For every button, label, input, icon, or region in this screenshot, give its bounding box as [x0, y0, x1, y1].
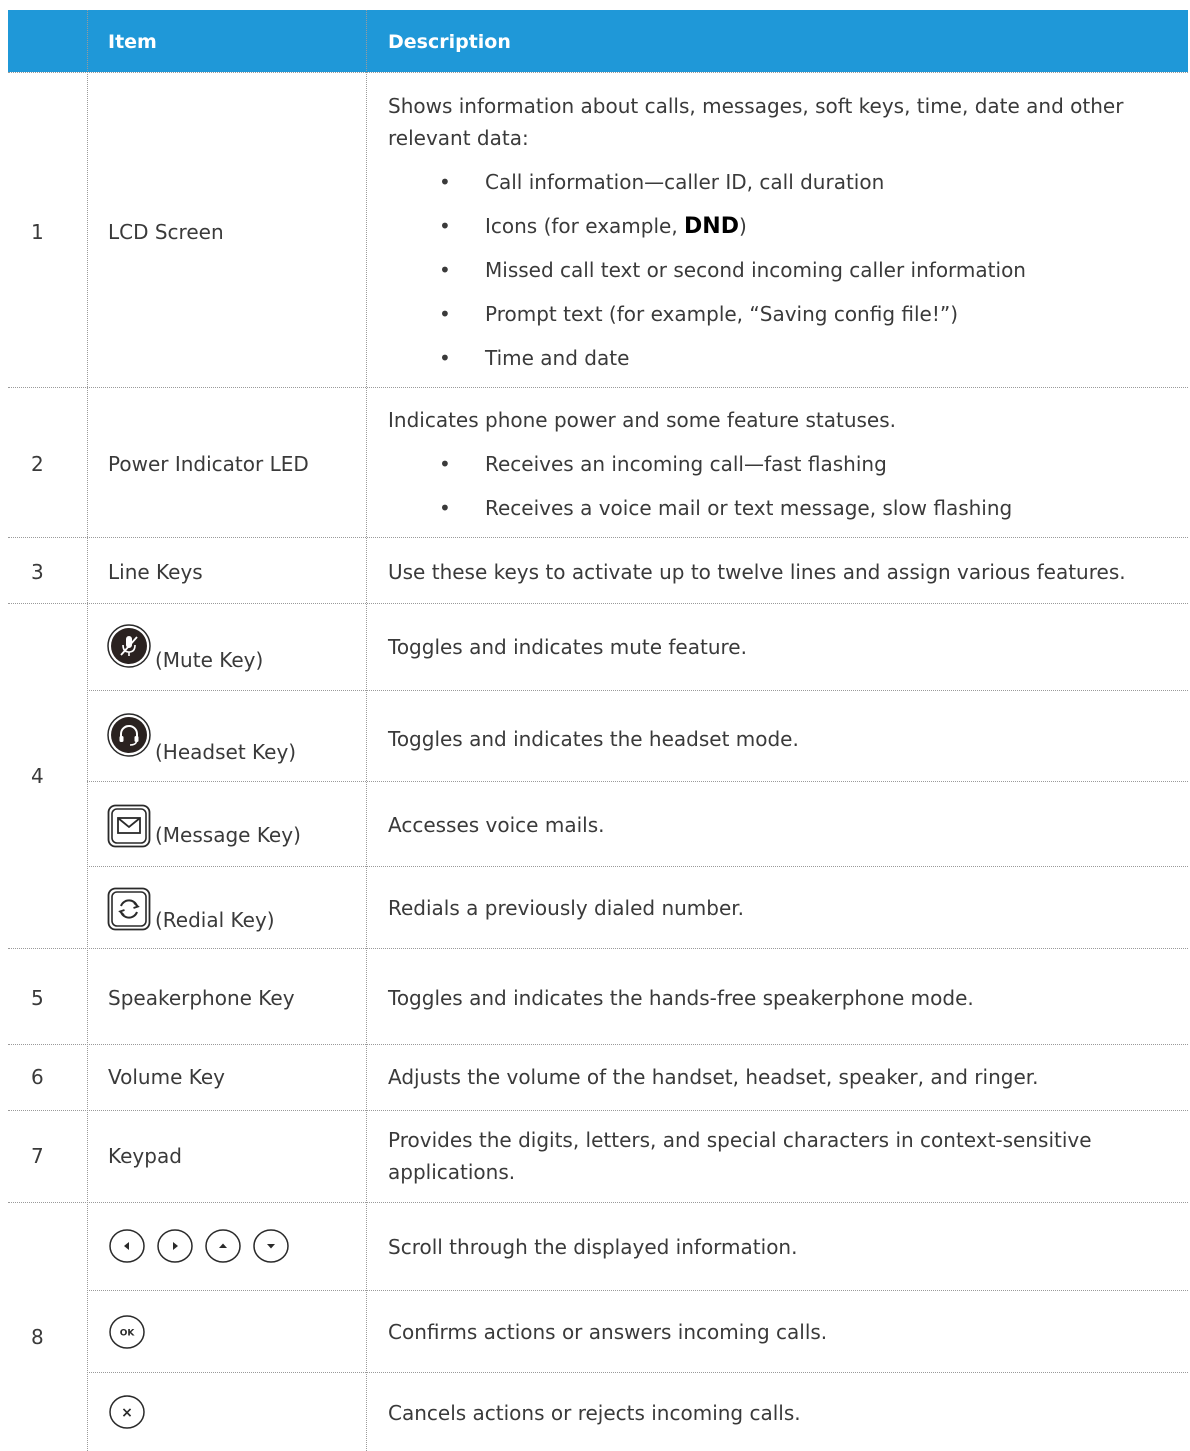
row-divider: [8, 387, 1188, 388]
bullet-text: Call information—caller ID, call duratio…: [485, 170, 885, 194]
row-number: 8: [31, 1325, 44, 1349]
bullet-text: Time and date: [485, 346, 630, 370]
mute-icon: [107, 624, 151, 668]
description-text: Provides the digits, letters, and specia…: [388, 1128, 1092, 1152]
item-name: Keypad: [108, 1144, 182, 1168]
sub-row-divider: [87, 1372, 1188, 1373]
row-divider: [8, 1110, 1188, 1111]
sub-row-divider: [87, 781, 1188, 782]
description-text: relevant data:: [388, 126, 529, 150]
description-text: Toggles and indicates the headset mode.: [388, 727, 799, 751]
description-text: Redials a previously dialed number.: [388, 896, 745, 920]
bullet: •: [439, 346, 451, 370]
cancel-icon: ×: [107, 1393, 147, 1431]
description-text: Accesses voice mails.: [388, 813, 605, 837]
headset-icon: [107, 713, 151, 757]
item-name: (Redial Key): [155, 908, 275, 932]
item-name: Speakerphone Key: [108, 986, 295, 1010]
message-icon: [107, 804, 151, 848]
left-arrow-icon: [107, 1228, 147, 1264]
svg-text:×: ×: [121, 1405, 133, 1421]
bullet-text: Missed call text or second incoming call…: [485, 258, 1026, 282]
description-text: Shows information about calls, messages,…: [388, 94, 1124, 118]
column-divider-2: [366, 10, 367, 1451]
bullet: •: [439, 452, 451, 476]
row-divider: [8, 1044, 1188, 1045]
bullet-text: Icons (for example, DND): [485, 214, 747, 239]
header-item: Item: [108, 31, 157, 53]
row-number: 4: [31, 764, 44, 788]
item-name: (Message Key): [155, 823, 301, 847]
column-divider-1: [87, 10, 88, 1451]
description-text: applications.: [388, 1160, 516, 1184]
description-text: Scroll through the displayed information…: [388, 1235, 798, 1259]
row-number: 2: [31, 452, 44, 476]
down-arrow-icon: [251, 1228, 291, 1264]
row-number: 5: [31, 986, 44, 1010]
bullet-text: Receives an incoming call—fast flashing: [485, 452, 887, 476]
row-number: 7: [31, 1144, 44, 1168]
item-name: Line Keys: [108, 560, 203, 584]
item-name: (Mute Key): [155, 648, 264, 672]
description-text: Confirms actions or answers incoming cal…: [388, 1320, 828, 1344]
sub-row-divider: [87, 690, 1188, 691]
bullet-text: Prompt text (for example, “Saving config…: [485, 302, 959, 326]
bullet: •: [439, 302, 451, 326]
redial-icon: [107, 887, 151, 931]
row-divider: [8, 1202, 1188, 1203]
description-text: Toggles and indicates the hands-free spe…: [388, 986, 974, 1010]
row-number: 1: [31, 220, 44, 244]
row-divider: [8, 603, 1188, 604]
row-divider: [8, 948, 1188, 949]
row-number: 3: [31, 560, 44, 584]
row-number: 6: [31, 1065, 44, 1089]
description-text: Toggles and indicates mute feature.: [388, 635, 747, 659]
bullet-text: Receives a voice mail or text message, s…: [485, 496, 1013, 520]
right-arrow-icon: [155, 1228, 195, 1264]
bullet: •: [439, 214, 451, 238]
item-name: (Headset Key): [155, 740, 297, 764]
description-text: Adjusts the volume of the handset, heads…: [388, 1065, 1039, 1089]
description-text: Indicates phone power and some feature s…: [388, 408, 897, 432]
bullet: •: [439, 496, 451, 520]
header-description: Description: [388, 31, 511, 53]
item-name: Volume Key: [108, 1065, 226, 1089]
up-arrow-icon: [203, 1228, 243, 1264]
item-name: LCD Screen: [108, 220, 224, 244]
row-divider: [8, 72, 1188, 73]
sub-row-divider: [87, 866, 1188, 867]
ok-icon: OK: [107, 1313, 147, 1351]
dnd-icon: DND: [684, 214, 739, 239]
description-text: Cancels actions or rejects incoming call…: [388, 1401, 801, 1425]
description-text: Use these keys to activate up to twelve …: [388, 560, 1126, 584]
bullet: •: [439, 258, 451, 282]
table-header: [8, 10, 1188, 72]
row-divider: [8, 537, 1188, 538]
sub-row-divider: [87, 1290, 1188, 1291]
bullet: •: [439, 170, 451, 194]
item-name: Power Indicator LED: [108, 452, 309, 476]
svg-text:OK: OK: [120, 1329, 136, 1339]
